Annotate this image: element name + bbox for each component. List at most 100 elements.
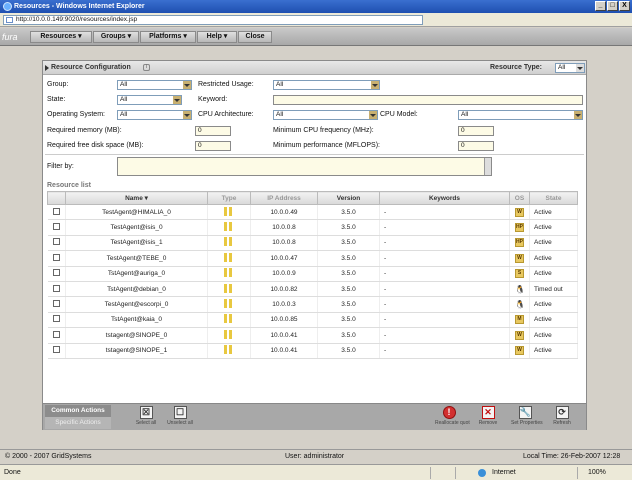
resource-state: Active	[529, 219, 578, 236]
row-checkbox-cell[interactable]	[47, 343, 66, 359]
table-row[interactable]: TstAgent@kaia_0 10.0.0.85 3.5.0- M Active	[47, 312, 578, 329]
tab-specific-actions[interactable]: Specific Actions	[45, 417, 111, 429]
col-type[interactable]: Type	[207, 191, 251, 205]
resource-version: 3.5.0	[317, 266, 380, 282]
row-checkbox[interactable]	[52, 300, 60, 308]
keyword-input[interactable]	[273, 95, 583, 105]
row-checkbox-cell[interactable]	[47, 266, 66, 282]
resource-state: Active	[529, 327, 578, 344]
table-row[interactable]: TestAgent@isis_0 10.0.0.8 3.5.0- HP Active	[47, 219, 578, 236]
resource-ip: 10.0.0.8	[250, 219, 318, 236]
row-checkbox-cell[interactable]	[47, 281, 66, 298]
resource-name[interactable]: TestAgent@HIMALIA_0	[65, 204, 208, 221]
row-checkbox[interactable]	[52, 346, 60, 354]
table-row[interactable]: TestAgent@TEBE_0 10.0.0.47 3.5.0- W Active	[47, 250, 578, 267]
table-row[interactable]: TestAgent@HIMALIA_0 10.0.0.49 3.5.0- W Activ…	[47, 204, 578, 221]
col-name[interactable]: Name ▾	[65, 191, 208, 205]
row-checkbox-cell[interactable]	[47, 327, 66, 344]
resource-name[interactable]: TstAgent@kaia_0	[65, 312, 208, 329]
os-cell: 🐧	[509, 281, 530, 298]
menu-close[interactable]: Close	[238, 31, 272, 43]
group-select[interactable]: All	[117, 80, 192, 90]
row-checkbox[interactable]	[52, 315, 60, 323]
col-state[interactable]: State	[529, 191, 578, 205]
row-checkbox[interactable]	[52, 223, 60, 231]
resource-state: Timed out	[529, 281, 578, 298]
min-cpu-label: Minimum CPU frequency (MHz):	[273, 127, 374, 134]
resource-name[interactable]: TestAgent@isis_0	[65, 219, 208, 236]
min-perf-input[interactable]: 0	[458, 141, 494, 151]
os-select[interactable]: All	[117, 110, 192, 120]
set-properties-button[interactable]: 🔧 Set Properties	[511, 406, 543, 430]
menu-resources[interactable]: Resources ▾	[30, 31, 92, 43]
address-input[interactable]: http://10.0.0.149:9020/resources/index.j…	[3, 15, 423, 25]
menu-groups[interactable]: Groups ▾	[93, 31, 139, 43]
collapse-arrow-icon[interactable]	[45, 65, 49, 71]
row-checkbox-cell[interactable]	[47, 296, 66, 313]
row-checkbox[interactable]	[52, 238, 60, 246]
cpu-arch-select[interactable]: All	[273, 110, 378, 120]
remove-label: Remove	[478, 420, 498, 426]
resource-keywords: -	[379, 219, 510, 236]
table-row[interactable]: TstAgent@debian_0 10.0.0.82 3.5.0- 🐧 Timed o…	[47, 281, 578, 298]
resource-name[interactable]: TestAgent@isis_1	[65, 235, 208, 252]
row-checkbox-cell[interactable]	[47, 235, 66, 252]
min-cpu-input[interactable]: 0	[458, 126, 494, 136]
resource-name[interactable]: TstAgent@auriga_0	[65, 266, 208, 282]
row-checkbox-cell[interactable]	[47, 204, 66, 221]
resource-name[interactable]: tstagent@SINOPE_0	[65, 327, 208, 344]
config-header: Resource Configuration i Resource Type: …	[43, 61, 586, 75]
maximize-button[interactable]: □	[607, 1, 618, 11]
col-ip[interactable]: IP Address	[250, 191, 318, 205]
filter-textarea[interactable]	[117, 157, 492, 176]
close-window-button[interactable]: X	[619, 1, 630, 11]
menu-help[interactable]: Help ▾	[197, 31, 237, 43]
reallocate-button[interactable]: ! Reallocate quot	[435, 406, 470, 430]
window-titlebar: Resources - Windows Internet Explorer _ …	[0, 0, 632, 13]
row-checkbox[interactable]	[52, 253, 60, 261]
resource-keywords: -	[379, 296, 510, 313]
resource-version: 3.5.0	[317, 343, 380, 359]
row-checkbox-cell[interactable]	[47, 312, 66, 329]
select-all-button[interactable]: ☒ Select all	[132, 406, 160, 430]
row-checkbox[interactable]	[52, 284, 60, 292]
resource-name[interactable]: tstagent@SINOPE_1	[65, 343, 208, 359]
zoom-level[interactable]: 100%	[588, 465, 606, 480]
unselect-all-button[interactable]: ☐ Unselect all	[166, 406, 194, 430]
table-row[interactable]: tstagent@SINOPE_0 10.0.0.41 3.5.0- W Active	[47, 327, 578, 344]
tab-common-actions[interactable]: Common Actions	[45, 405, 111, 417]
local-time: Local Time: 26-Feb-2007 12:28	[523, 453, 621, 460]
resource-type-select[interactable]: All	[555, 63, 585, 73]
col-keywords[interactable]: Keywords	[379, 191, 510, 205]
cpu-model-select[interactable]: All	[458, 110, 583, 120]
minimize-button[interactable]: _	[595, 1, 606, 11]
table-row[interactable]: TestAgent@escorpi_0 10.0.0.3 3.5.0- 🐧 Active	[47, 296, 578, 313]
resource-name[interactable]: TestAgent@TEBE_0	[65, 250, 208, 267]
row-checkbox-cell[interactable]	[47, 219, 66, 236]
action-bar: Common Actions Specific Actions ☒ Select…	[43, 403, 586, 430]
resource-name[interactable]: TstAgent@debian_0	[65, 281, 208, 298]
row-checkbox-cell[interactable]	[47, 250, 66, 267]
info-icon[interactable]: i	[143, 64, 150, 71]
remove-button[interactable]: ✕ Remove	[474, 406, 502, 430]
min-perf-label: Minimum performance (MFLOPS):	[273, 142, 380, 149]
filter-scrollbar[interactable]	[484, 158, 491, 175]
col-version[interactable]: Version	[317, 191, 380, 205]
menu-platforms[interactable]: Platforms ▾	[140, 31, 196, 43]
row-checkbox[interactable]	[52, 269, 60, 277]
req-memory-input[interactable]: 0	[195, 126, 231, 136]
state-select[interactable]: All	[117, 95, 182, 105]
table-row[interactable]: TstAgent@auriga_0 10.0.0.9 3.5.0- S Active	[47, 266, 578, 282]
row-checkbox[interactable]	[52, 207, 60, 215]
req-disk-input[interactable]: 0	[195, 141, 231, 151]
page-icon	[6, 17, 13, 23]
table-row[interactable]: TestAgent@isis_1 10.0.0.8 3.5.0- HP Active	[47, 235, 578, 252]
table-row[interactable]: tstagent@SINOPE_1 10.0.0.41 3.5.0- W Active	[47, 343, 578, 359]
resource-keywords: -	[379, 235, 510, 252]
row-checkbox[interactable]	[52, 330, 60, 338]
resource-name[interactable]: TestAgent@escorpi_0	[65, 296, 208, 313]
restricted-select[interactable]: All	[273, 80, 380, 90]
refresh-button[interactable]: ⟳ Refresh	[548, 406, 576, 430]
col-os[interactable]: OS	[509, 191, 530, 205]
req-disk-label: Required free disk space (MB):	[47, 142, 144, 149]
